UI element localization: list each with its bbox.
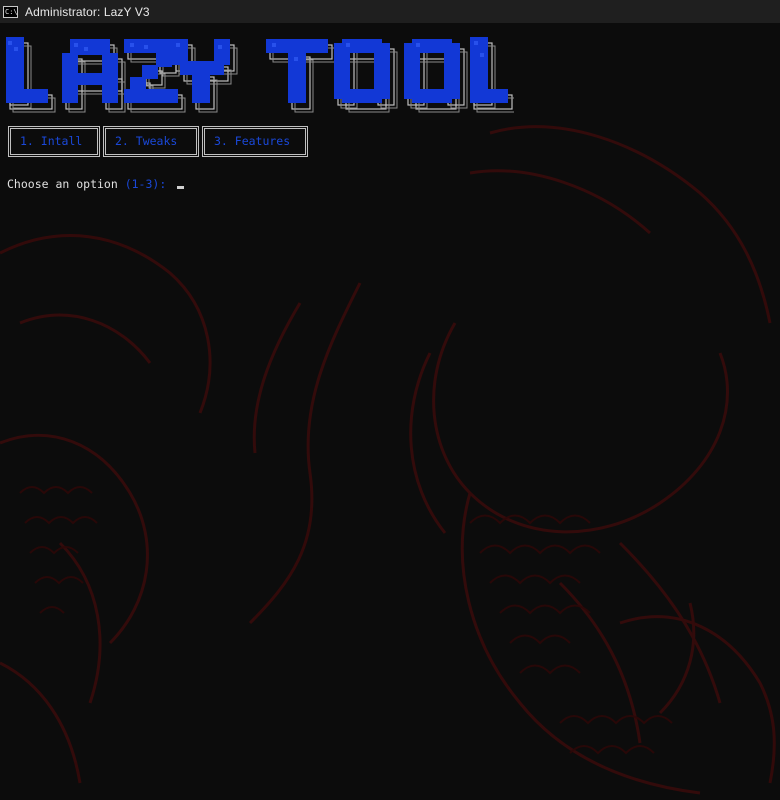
input-prompt[interactable]: Choose an option (1-3) : — [7, 177, 185, 191]
console-icon: C:\ — [3, 5, 18, 18]
text-cursor — [177, 186, 185, 189]
menu-option-tweaks[interactable]: 2. Tweaks — [103, 126, 199, 157]
ascii-logo — [6, 37, 514, 113]
prompt-range: (1-3) — [124, 177, 160, 191]
console-content: 1. Intall 2. Tweaks 3. Features Choose a… — [0, 23, 780, 800]
title-bar[interactable]: C:\ Administrator: LazY V3 — [0, 0, 780, 23]
prompt-colon: : — [159, 177, 174, 191]
console-window: C:\ Administrator: LazY V3 1. Intall 2. … — [0, 0, 780, 800]
menu-option-features[interactable]: 3. Features — [202, 126, 308, 157]
console-area[interactable]: 1. Intall 2. Tweaks 3. Features Choose a… — [0, 23, 780, 800]
option-menu: 1. Intall 2. Tweaks 3. Features — [8, 126, 308, 157]
menu-option-install[interactable]: 1. Intall — [8, 126, 100, 157]
window-title: Administrator: LazY V3 — [25, 4, 150, 19]
prompt-text: Choose an option — [7, 177, 125, 191]
